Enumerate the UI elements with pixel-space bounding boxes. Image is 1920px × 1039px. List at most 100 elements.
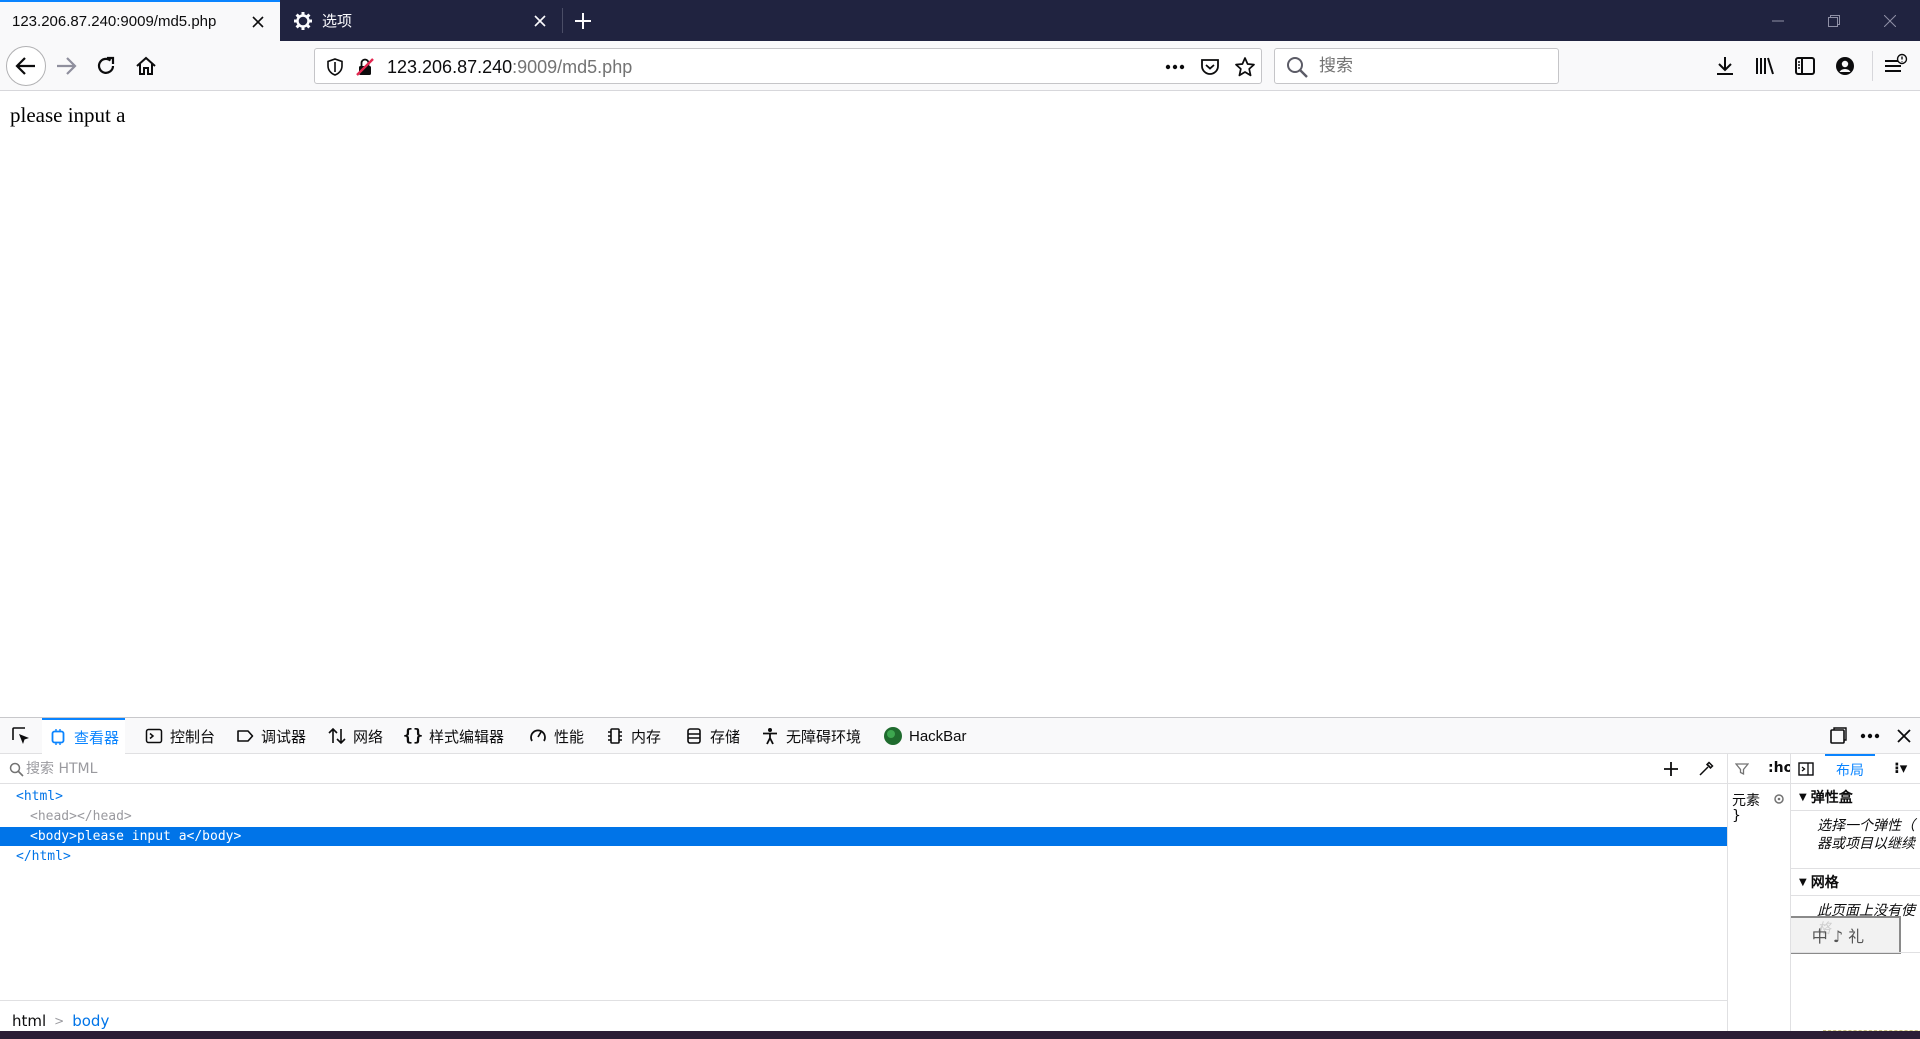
home-button[interactable] <box>129 49 163 83</box>
tab-label: HackBar <box>909 727 967 745</box>
element-picker-button[interactable] <box>6 718 36 754</box>
reload-button[interactable] <box>89 49 123 83</box>
url-text[interactable]: 123.206.87.240:9009/md5.php <box>387 57 632 78</box>
rules-toolbar: :ho <box>1728 754 1793 784</box>
breadcrumb-body[interactable]: body <box>72 1012 109 1030</box>
close-tab-icon[interactable] <box>248 12 268 32</box>
tab-label: 存储 <box>710 727 741 746</box>
download-icon <box>1717 57 1733 75</box>
filter-icon[interactable] <box>1735 762 1749 776</box>
chevron-right-icon: > <box>54 1013 65 1028</box>
sidebar-button[interactable] <box>1788 49 1822 83</box>
flexbox-header[interactable]: ▼ 弹性盒 <box>1791 784 1920 810</box>
downloads-button[interactable] <box>1708 49 1742 83</box>
add-node-button[interactable] <box>1660 758 1682 780</box>
sidebar-icon <box>1795 57 1815 75</box>
html-search-input[interactable] <box>26 758 626 780</box>
toggle-pane-icon[interactable] <box>1798 761 1814 777</box>
reload-icon <box>97 56 115 74</box>
tab-accessibility[interactable]: 无障碍环境 <box>760 718 861 754</box>
tab-inspector[interactable]: 查看器 <box>42 718 126 754</box>
search-input[interactable] <box>1319 55 1539 77</box>
markup-node-html-close[interactable]: </html> <box>0 847 1727 866</box>
forward-arrow-icon <box>57 57 77 75</box>
tab-label: 网络 <box>353 727 384 746</box>
pocket-icon[interactable] <box>1198 55 1222 79</box>
gear-icon[interactable] <box>1772 792 1786 806</box>
account-button[interactable] <box>1828 49 1862 83</box>
back-button[interactable] <box>6 46 46 86</box>
tab-console[interactable]: 控制台 <box>144 718 215 754</box>
minimize-button[interactable] <box>1750 0 1806 41</box>
sidebar-tabs: 布局 ⁝▾ <box>1791 754 1920 784</box>
back-arrow-icon <box>15 57 35 75</box>
layout-pane: 布局 ⁝▾ ▼弹性盒 选择一个弹性（ 器或项目以继续 ▼网格 此页面上没有使 格… <box>1790 754 1920 1039</box>
close-devtools-button[interactable] <box>1893 718 1915 754</box>
more-tabs-icon[interactable]: ⁝▾ <box>1894 759 1907 777</box>
tab-options[interactable]: 选项 <box>280 0 562 41</box>
devtools-menu-button[interactable] <box>1857 718 1883 754</box>
forward-button[interactable] <box>49 49 83 83</box>
search-icon <box>9 762 24 777</box>
dock-button[interactable] <box>1826 718 1850 754</box>
grid-header[interactable]: ▼ 网格 <box>1791 869 1920 895</box>
close-window-button[interactable] <box>1862 0 1918 41</box>
devtools-toolbar: 查看器 控制台 调试器 网络 {} 样式编辑器 性能 内存 存储 无障碍环境 H… <box>0 718 1920 754</box>
tab-layout[interactable]: 布局 <box>1825 754 1875 784</box>
markup-node-body[interactable]: <body>please input a</body> <box>0 827 1727 846</box>
html-search-bar <box>0 754 1727 784</box>
tab-memory[interactable]: 内存 <box>605 718 661 754</box>
plus-icon <box>1664 762 1678 776</box>
inspector-icon <box>48 727 68 747</box>
navigation-toolbar: 123.206.87.240:9009/md5.php <box>0 41 1920 91</box>
page-body-text: please input a <box>10 103 126 127</box>
restore-button[interactable] <box>1806 0 1862 41</box>
dock-icon <box>1830 727 1847 744</box>
insecure-lock-icon[interactable] <box>353 55 377 79</box>
url-host: 123.206.87.240 <box>387 57 513 77</box>
ime-status-widget[interactable]: 中 ♪ 礼 <box>1791 916 1901 954</box>
library-button[interactable] <box>1748 49 1782 83</box>
menu-button[interactable] <box>1878 49 1912 83</box>
search-icon <box>1287 57 1308 78</box>
gear-icon <box>292 10 314 32</box>
gauge-icon <box>528 726 548 746</box>
devtools-panel: 查看器 控制台 调试器 网络 {} 样式编辑器 性能 内存 存储 无障碍环境 H… <box>0 717 1920 1039</box>
element-picker-icon <box>12 727 29 744</box>
search-bar[interactable] <box>1274 48 1559 84</box>
eyedropper-button[interactable] <box>1695 758 1717 780</box>
new-tab-button[interactable] <box>568 6 598 36</box>
breadcrumb-html[interactable]: html <box>12 1012 46 1030</box>
braces-icon: {} <box>402 726 424 746</box>
markup-node-head[interactable]: <head></head> <box>0 807 1727 826</box>
rule-closing-brace: } <box>1732 808 1741 824</box>
bookmark-star-icon[interactable] <box>1233 55 1257 79</box>
home-icon <box>136 56 156 75</box>
tab-storage[interactable]: 存储 <box>684 718 740 754</box>
url-path: :9009/md5.php <box>512 57 633 77</box>
section-divider <box>1791 952 1920 953</box>
debugger-icon <box>235 726 255 746</box>
accessibility-icon <box>760 726 780 746</box>
shield-icon[interactable] <box>323 55 347 79</box>
tab-hackbar[interactable]: HackBar <box>883 718 967 754</box>
tab-label: 内存 <box>631 727 662 746</box>
tab-performance[interactable]: 性能 <box>528 718 584 754</box>
markup-node-html-open[interactable]: <html> <box>0 787 1727 806</box>
tab-network[interactable]: 网络 <box>327 718 383 754</box>
tab-style-editor[interactable]: {} 样式编辑器 <box>403 718 504 754</box>
hamburger-menu-icon <box>1885 53 1908 72</box>
tab-label: 样式编辑器 <box>429 727 505 746</box>
tab-label: 性能 <box>554 727 585 746</box>
close-icon <box>1897 729 1911 743</box>
network-icon <box>327 726 347 746</box>
page-actions-icon[interactable] <box>1163 55 1187 79</box>
tab-title: 123.206.87.240:9009/md5.php <box>12 13 217 30</box>
hackbar-icon <box>883 726 903 746</box>
url-bar[interactable]: 123.206.87.240:9009/md5.php <box>314 48 1262 84</box>
tab-debugger[interactable]: 调试器 <box>235 718 306 754</box>
close-tab-icon[interactable] <box>530 11 550 31</box>
element-rule-label: 元素 <box>1732 793 1760 809</box>
tab-md5[interactable]: 123.206.87.240:9009/md5.php <box>0 0 280 41</box>
storage-icon <box>684 726 704 746</box>
